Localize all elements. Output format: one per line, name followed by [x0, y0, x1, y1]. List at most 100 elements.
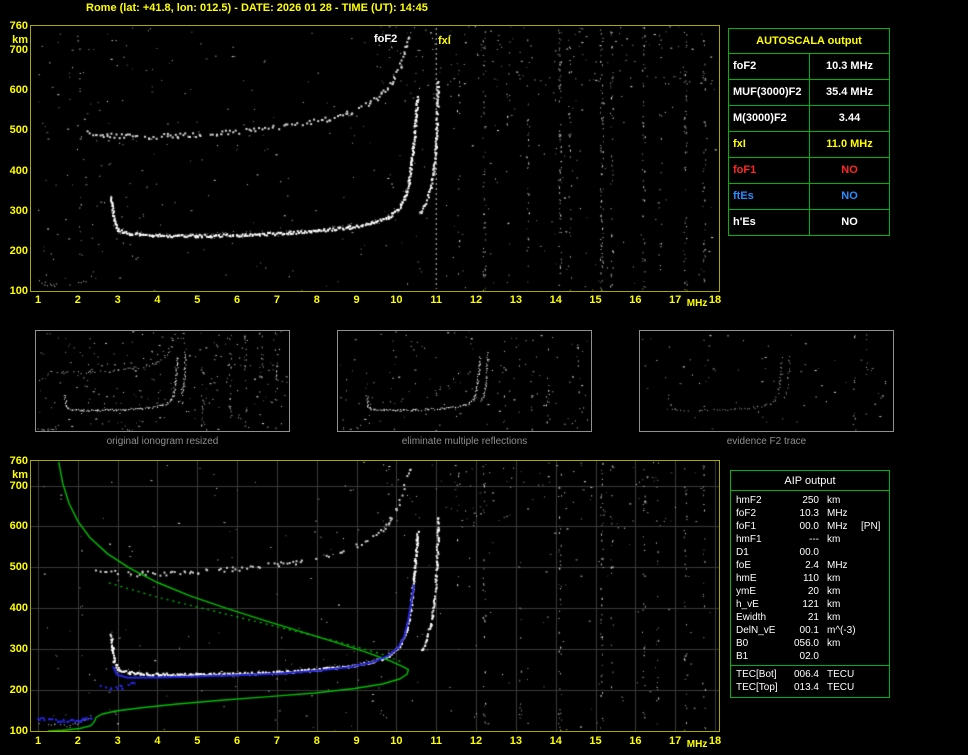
x-tick-label: 3: [114, 294, 121, 306]
aip-param-value: 00.0: [799, 547, 819, 558]
aip-param-value: 056.0: [793, 638, 819, 649]
autoscala-row: fxI 11.0 MHz: [729, 131, 889, 157]
aip-param-note: [861, 546, 889, 559]
autoscala-param-label: MUF(3000)F2: [729, 80, 810, 105]
y-tick-label: 600: [9, 520, 28, 533]
x-tick-label: 18: [708, 735, 722, 747]
autoscala-row: ftEs NO: [729, 183, 889, 209]
aip-param-label: foF2: [736, 508, 757, 519]
x-tick-label: 12: [469, 294, 483, 306]
bottom-ionogram-plot: [30, 460, 720, 732]
aip-param-unit: km: [827, 599, 841, 610]
x-tick-label: 8: [313, 735, 320, 747]
station-date-title: Rome (lat: +41.8, lon: 012.5) - DATE: 20…: [86, 2, 428, 14]
thumbnail-caption-f2-evidence: evidence F2 trace: [726, 436, 807, 447]
autoscala-param-label: foF2: [729, 54, 810, 79]
autoscala-row: MUF(3000)F2 35.4 MHz: [729, 79, 889, 105]
autoscala-param-value: NO: [841, 164, 858, 176]
x-tick-label: 5: [194, 735, 201, 747]
autoscala-row: foF2 10.3 MHz: [729, 53, 889, 79]
y-tick-label: 500: [9, 561, 28, 574]
x-tick-label: 10: [390, 294, 403, 306]
autoscala-row: h'Es NO: [729, 209, 889, 235]
aip-param-note: [861, 598, 889, 611]
aip-param-unit: MHz: [827, 508, 848, 519]
x-tick-label: 9: [353, 735, 360, 747]
x-tick-label: 13: [509, 294, 522, 306]
x-tick-label: 14: [549, 294, 562, 306]
autoscala-param-value: 35.4 MHz: [825, 86, 874, 98]
autoscala-param-label: fxI: [729, 132, 810, 157]
thumbnail-f2-evidence: [639, 330, 894, 432]
aip-param-note: [861, 681, 889, 694]
aip-param-note: [861, 559, 889, 572]
y-tick-label: 100: [9, 725, 28, 737]
foF2-annotation-label: foF2: [374, 33, 398, 45]
x-tick-label: 6: [234, 294, 241, 306]
aip-param-label: B0: [736, 638, 749, 649]
aip-param-value: 110: [803, 573, 819, 584]
autoscala-param-label: ftEs: [729, 184, 810, 209]
autoscala-param-value: 3.44: [838, 112, 861, 124]
aip-param-unit: [819, 546, 861, 559]
aip-row: hmF1 --- km: [731, 533, 889, 546]
aip-param-label: ymE: [736, 586, 756, 597]
fxI-annotation-label: fxI: [438, 35, 451, 47]
thumbnail-original-canvas: [36, 331, 289, 431]
aip-row: foE 2.4 MHz: [731, 559, 889, 572]
aip-param-note: [861, 507, 889, 520]
aip-param-unit: km: [827, 573, 841, 584]
x-tick-label: 15: [589, 735, 602, 747]
x-tick-label: 10: [390, 735, 403, 747]
y-tick-label: 300: [9, 204, 28, 217]
x-axis-unit-label: MHz: [686, 739, 708, 750]
y-tick-label: 700: [9, 479, 28, 492]
aip-param-label: Ewidth: [736, 612, 767, 623]
y-tick-label: 100: [9, 285, 28, 297]
x-tick-label: 4: [154, 294, 161, 306]
x-tick-label: 8: [313, 294, 320, 306]
aip-param-value: 10.3: [799, 508, 819, 519]
thumbnail-caption-original: original ionogram resized: [106, 436, 219, 447]
aip-row: DelN_vE 00.1 m^(-3): [731, 624, 889, 637]
aip-param-note: [861, 494, 889, 507]
autoscala-param-value: 11.0 MHz: [826, 138, 873, 150]
aip-param-note: [861, 637, 889, 650]
aip-row: hmF2 250 km: [731, 494, 889, 507]
top-ionogram-canvas: [31, 26, 719, 291]
x-tick-label: 1: [34, 735, 42, 747]
x-tick-label: 7: [273, 294, 280, 306]
y-tick-label: 200: [9, 244, 28, 257]
aip-param-label: hmF2: [736, 495, 762, 506]
aip-param-unit: m^(-3): [827, 625, 856, 636]
aip-row: ymE 20 km: [731, 585, 889, 598]
aip-table-title: AIP output: [731, 471, 889, 491]
x-tick-label: 2: [74, 735, 81, 747]
thumbnail-no-multiples-canvas: [338, 331, 591, 431]
aip-param-unit: TECU: [827, 682, 855, 693]
aip-row: Ewidth 21 km: [731, 611, 889, 624]
autoscala-table-title: AUTOSCALA output: [756, 35, 862, 47]
x-tick-label: 5: [194, 294, 201, 306]
autoscala-output-table: AUTOSCALA output foF2 10.3 MHz MUF(3000)F2…: [728, 28, 890, 236]
x-tick-label: 16: [629, 294, 642, 306]
x-axis-unit-label: MHz: [686, 298, 708, 309]
thumbnail-no-multiples: [337, 330, 592, 432]
thumbnail-f2-evidence-canvas: [640, 331, 893, 431]
aip-param-label: TEC[Top]: [736, 682, 778, 693]
aip-param-label: h_vE: [736, 599, 759, 610]
x-tick-label: 7: [273, 735, 280, 747]
aip-param-value: 121: [802, 599, 819, 610]
bottom-ionogram-canvas: [31, 461, 719, 731]
aip-row: D1 00.0: [731, 546, 889, 559]
aip-param-value: 21: [807, 612, 819, 623]
aip-param-unit: MHz: [827, 521, 848, 532]
aip-row: B1 02.0: [731, 650, 889, 663]
aip-param-unit: km: [827, 612, 841, 623]
y-tick-label: 760: [9, 455, 28, 467]
aip-row: h_vE 121 km: [731, 598, 889, 611]
aip-param-value: 00.0: [799, 521, 819, 532]
x-tick-label: 9: [353, 294, 360, 306]
aip-param-note: [861, 533, 889, 546]
aip-row: hmE 110 km: [731, 572, 889, 585]
